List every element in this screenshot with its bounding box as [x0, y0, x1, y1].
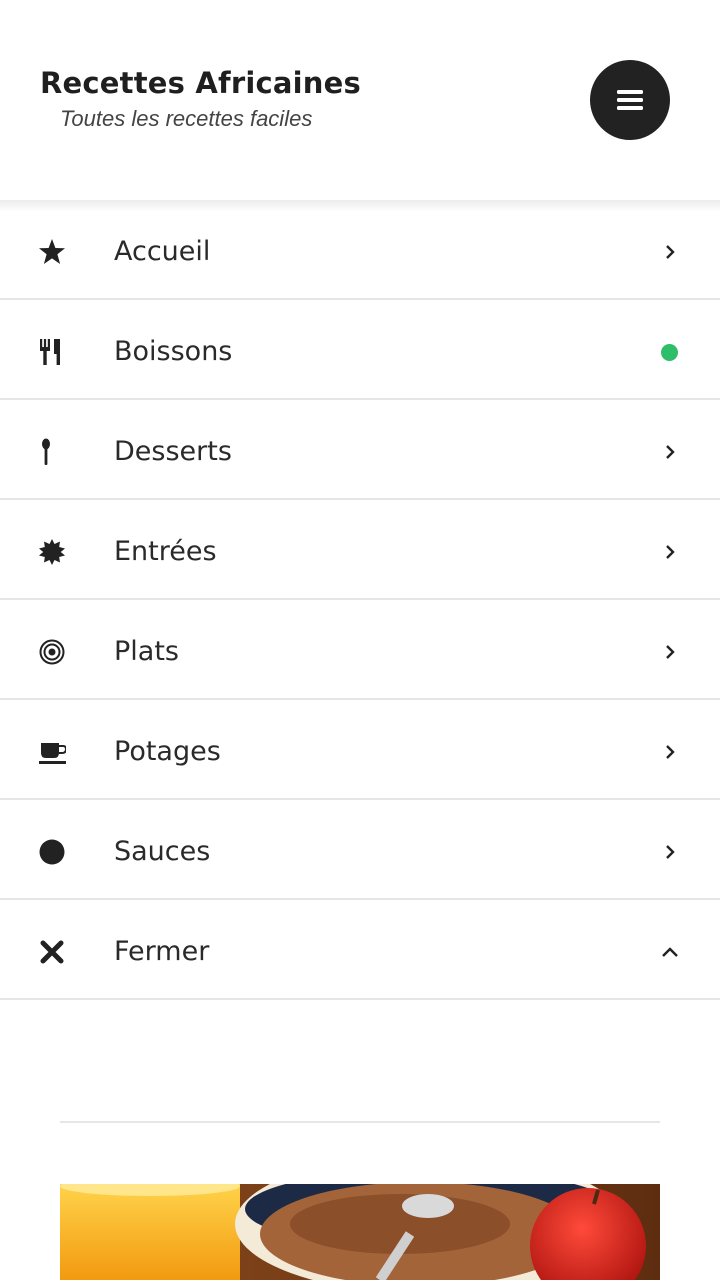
nav-menu: Accueil Boissons Desserts Entrées Plats …: [0, 200, 720, 1000]
breakfast-image: [60, 1184, 660, 1280]
breakfast-photo: [60, 1184, 660, 1280]
nav-item-label: Boissons: [114, 336, 233, 367]
active-indicator-dot: [661, 344, 678, 361]
chevron-right-icon: [666, 245, 675, 259]
burst-icon: [39, 539, 65, 565]
nav-item-label: Entrées: [114, 536, 217, 567]
nav-item-boissons[interactable]: Boissons: [0, 300, 720, 400]
nav-item-plats[interactable]: Plats: [0, 600, 720, 700]
close-icon: [40, 940, 64, 964]
circle-icon: [39, 839, 65, 865]
header: Recettes Africaines Toutes les recettes …: [0, 0, 720, 200]
site-title[interactable]: Recettes Africaines: [40, 66, 361, 100]
nav-item-label: Sauces: [114, 836, 211, 867]
chevron-right-icon: [666, 545, 675, 559]
chevron-right-icon: [666, 645, 675, 659]
spoon-icon: [42, 438, 50, 465]
chevron-up-icon: [662, 947, 678, 957]
nav-item-entrees[interactable]: Entrées: [0, 500, 720, 600]
nav-item-label: Fermer: [114, 936, 210, 967]
nav-item-label: Plats: [114, 636, 179, 667]
nav-item-fermer[interactable]: Fermer: [0, 900, 720, 1000]
star-icon: [39, 239, 65, 264]
nav-item-label: Accueil: [114, 236, 211, 267]
target-icon: [39, 639, 65, 665]
chevron-right-icon: [666, 845, 675, 859]
nav-item-desserts[interactable]: Desserts: [0, 400, 720, 500]
nav-item-label: Potages: [114, 736, 221, 767]
menu-toggle-button[interactable]: [590, 60, 670, 140]
content-divider: [60, 1121, 660, 1123]
cup-icon: [39, 743, 66, 764]
hamburger-icon: [617, 90, 643, 110]
nav-item-sauces[interactable]: Sauces: [0, 800, 720, 900]
nav-item-potages[interactable]: Potages: [0, 700, 720, 800]
cutlery-icon: [40, 339, 60, 365]
site-tagline: Toutes les recettes faciles: [60, 106, 313, 131]
chevron-right-icon: [666, 445, 675, 459]
nav-item-label: Desserts: [114, 436, 232, 467]
chevron-right-icon: [666, 745, 675, 759]
nav-item-accueil[interactable]: Accueil: [0, 200, 720, 300]
